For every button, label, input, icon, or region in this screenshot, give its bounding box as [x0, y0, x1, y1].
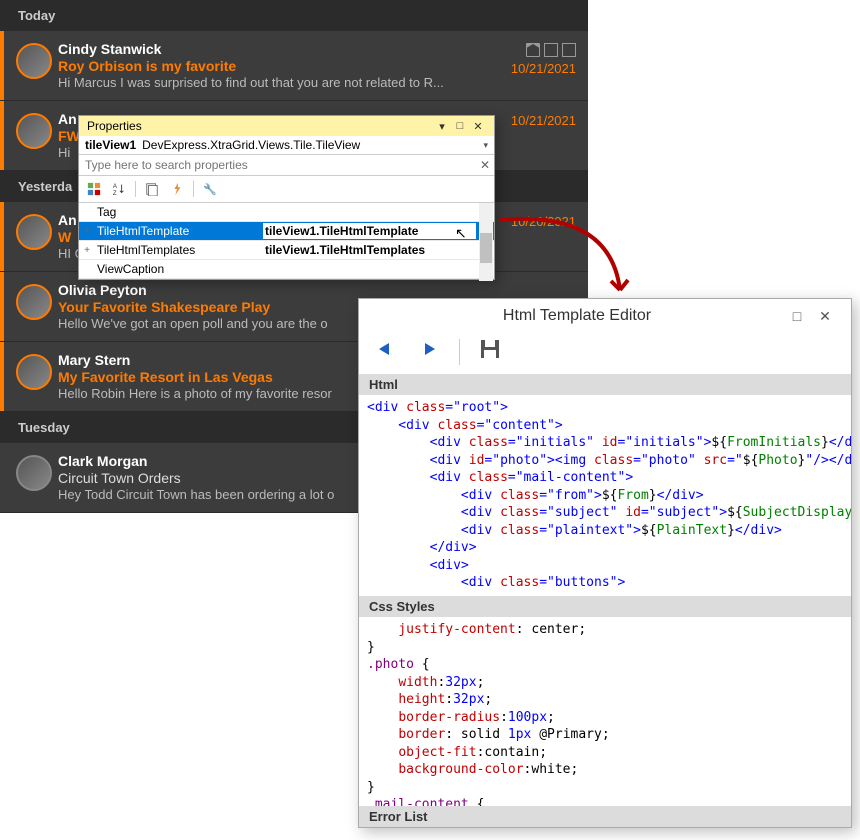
- save-button[interactable]: [476, 337, 504, 366]
- close-icon[interactable]: ✕: [811, 308, 839, 325]
- clear-search-icon[interactable]: ✕: [476, 158, 494, 172]
- properties-toolbar: AZ 🔧: [79, 176, 494, 203]
- redo-button[interactable]: [415, 337, 443, 366]
- avatar-wrap: [0, 352, 58, 401]
- undo-button[interactable]: [371, 337, 399, 366]
- avatar: [16, 354, 52, 390]
- avatar: [16, 113, 52, 149]
- scrollbar-thumb[interactable]: [480, 233, 492, 263]
- expand-icon[interactable]: +: [79, 226, 95, 237]
- property-pages-icon[interactable]: [141, 179, 163, 199]
- maximize-icon[interactable]: □: [783, 308, 811, 324]
- row-action-icons[interactable]: [496, 43, 576, 57]
- email-date: 10/21/2021: [496, 61, 576, 76]
- sender-name: Cindy Stanwick: [58, 41, 496, 57]
- avatar: [16, 43, 52, 79]
- email-row[interactable]: Cindy StanwickRoy Orbison is my favorite…: [0, 31, 588, 101]
- property-name: TileHtmlTemplate: [95, 223, 263, 239]
- properties-title-text: Properties: [87, 119, 432, 133]
- alphabetical-icon[interactable]: AZ: [108, 179, 130, 199]
- property-name: Tag: [95, 204, 263, 220]
- editor-title-text: Html Template Editor: [371, 307, 783, 325]
- email-subject: Roy Orbison is my favorite: [58, 58, 496, 74]
- date-column: 10/21/2021: [496, 41, 576, 90]
- property-name: TileHtmlTemplates: [95, 242, 263, 258]
- expand-icon[interactable]: +: [79, 245, 95, 256]
- avatar-wrap: [0, 111, 58, 160]
- property-name: ViewCaption: [95, 261, 263, 277]
- object-selector[interactable]: tileView1 DevExpress.XtraGrid.Views.Tile…: [79, 136, 494, 155]
- email-date: 10/21/2021: [496, 113, 576, 128]
- editor-toolbar: [359, 333, 851, 374]
- object-type: DevExpress.XtraGrid.Views.Tile.TileView: [142, 138, 360, 152]
- property-value[interactable]: [263, 268, 494, 270]
- close-icon[interactable]: ✕: [470, 119, 486, 133]
- html-template-editor-window: Html Template Editor □ ✕ Html <div class…: [358, 298, 852, 828]
- css-section-header: Css Styles: [359, 596, 851, 617]
- email-date: 10/20/2021: [496, 214, 576, 229]
- avatar: [16, 214, 52, 250]
- sender-name: Olivia Peyton: [58, 282, 496, 298]
- flag-icon: [562, 43, 576, 57]
- html-section-header: Html: [359, 374, 851, 395]
- chevron-down-icon[interactable]: ▾: [483, 140, 488, 151]
- editor-titlebar[interactable]: Html Template Editor □ ✕: [359, 299, 851, 333]
- email-body: Cindy StanwickRoy Orbison is my favorite…: [58, 41, 496, 90]
- property-value[interactable]: tileView1.TileHtmlTemplates: [263, 242, 494, 258]
- property-row[interactable]: ViewCaption: [79, 260, 494, 279]
- properties-search-input[interactable]: [79, 155, 476, 175]
- properties-grid[interactable]: Tag+TileHtmlTemplatetileView1.TileHtmlTe…: [79, 203, 494, 279]
- avatar-wrap: [0, 212, 58, 261]
- email-preview: Hi Marcus I was surprised to find out th…: [58, 75, 496, 90]
- events-icon[interactable]: [166, 179, 188, 199]
- trash-icon: [544, 43, 558, 57]
- avatar: [16, 455, 52, 491]
- envelope-icon: [526, 43, 540, 57]
- properties-titlebar[interactable]: Properties ▾ □ ✕: [79, 116, 494, 136]
- categorized-icon[interactable]: [83, 179, 105, 199]
- dropdown-icon[interactable]: ▾: [434, 119, 450, 133]
- group-header: Today: [0, 0, 588, 31]
- property-row[interactable]: Tag: [79, 203, 494, 222]
- property-value[interactable]: tileView1.TileHtmlTemplate: [263, 223, 476, 239]
- maximize-icon[interactable]: □: [452, 119, 468, 133]
- avatar: [16, 284, 52, 320]
- date-column: 10/20/2021: [496, 212, 576, 261]
- object-name: tileView1: [85, 138, 136, 152]
- svg-text:A: A: [113, 183, 118, 190]
- css-code-area[interactable]: justify-content: center; } .photo { widt…: [359, 617, 851, 806]
- avatar-wrap: [0, 41, 58, 90]
- scrollbar-track[interactable]: [479, 203, 493, 281]
- error-list-header: Error List: [359, 806, 851, 827]
- avatar-wrap: [0, 282, 58, 331]
- wrench-icon[interactable]: 🔧: [199, 179, 221, 199]
- date-column: 10/21/2021: [496, 111, 576, 160]
- property-value[interactable]: [263, 211, 494, 213]
- properties-window: Properties ▾ □ ✕ tileView1 DevExpress.Xt…: [78, 115, 495, 280]
- property-row[interactable]: +TileHtmlTemplatetileView1.TileHtmlTempl…: [79, 222, 494, 241]
- html-code-area[interactable]: <div class="root"> <div class="content">…: [359, 395, 851, 596]
- property-row[interactable]: +TileHtmlTemplatestileView1.TileHtmlTemp…: [79, 241, 494, 260]
- svg-text:Z: Z: [113, 190, 117, 196]
- avatar-wrap: [0, 453, 58, 502]
